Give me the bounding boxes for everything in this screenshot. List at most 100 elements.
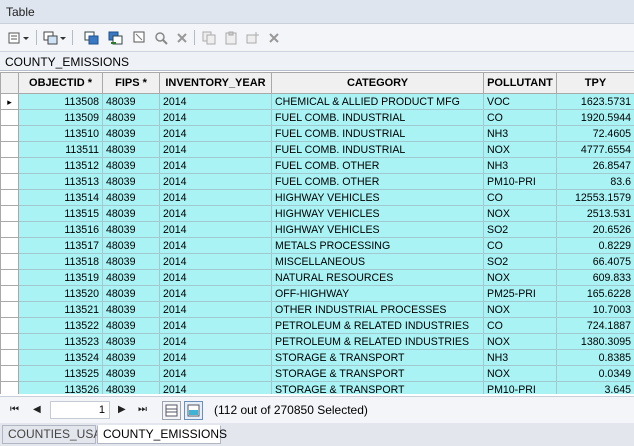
cell-pollutant[interactable]: NOX bbox=[483, 301, 557, 318]
row-selector[interactable] bbox=[0, 365, 19, 382]
table-row[interactable]: 113526 48039 2014 STORAGE & TRANSPORT PM10-P… bbox=[0, 381, 634, 394]
row-selector[interactable] bbox=[0, 109, 19, 126]
cell-objectid[interactable]: 113520 bbox=[18, 285, 103, 302]
tab-county-emissions[interactable]: COUNTY_EMISSIONS bbox=[97, 425, 227, 444]
zoom-to-selected-button[interactable] bbox=[152, 29, 170, 46]
cell-pollutant[interactable]: NH3 bbox=[483, 157, 557, 174]
table-row[interactable]: 113514 48039 2014 HIGHWAY VEHICLES CO 12553.1… bbox=[0, 189, 634, 206]
cell-objectid[interactable]: 113525 bbox=[18, 365, 103, 382]
cell-fips[interactable]: 48039 bbox=[102, 269, 160, 286]
cell-fips[interactable]: 48039 bbox=[102, 285, 160, 302]
cell-pollutant[interactable]: CO bbox=[483, 109, 557, 126]
cell-objectid[interactable]: 113518 bbox=[18, 253, 103, 270]
clear-selection-button[interactable] bbox=[130, 29, 148, 46]
cell-category[interactable]: HIGHWAY VEHICLES bbox=[271, 221, 484, 238]
cell-inventory-year[interactable]: 2014 bbox=[159, 301, 272, 318]
tab-counties-usa[interactable]: COUNTIES_USA bbox=[2, 425, 101, 444]
cell-objectid[interactable]: 113521 bbox=[18, 301, 103, 318]
cell-fips[interactable]: 48039 bbox=[102, 157, 160, 174]
close-button[interactable] bbox=[266, 29, 282, 46]
row-selector[interactable] bbox=[0, 349, 19, 366]
cell-fips[interactable]: 48039 bbox=[102, 381, 160, 394]
cell-tpy[interactable]: 66.4075 bbox=[556, 253, 634, 270]
next-record-button[interactable]: ▶ bbox=[118, 404, 126, 415]
cell-inventory-year[interactable]: 2014 bbox=[159, 381, 272, 394]
cell-tpy[interactable]: 165.6228 bbox=[556, 285, 634, 302]
paste-button[interactable] bbox=[222, 29, 240, 46]
cell-objectid[interactable]: 113522 bbox=[18, 317, 103, 334]
cell-tpy[interactable]: 10.7003 bbox=[556, 301, 634, 318]
cell-fips[interactable]: 48039 bbox=[102, 349, 160, 366]
cell-tpy[interactable]: 2513.531 bbox=[556, 205, 634, 222]
cell-pollutant[interactable]: PM25-PRI bbox=[483, 285, 557, 302]
cell-tpy[interactable]: 20.6526 bbox=[556, 221, 634, 238]
cell-pollutant[interactable]: PM10-PRI bbox=[483, 381, 557, 394]
cell-fips[interactable]: 48039 bbox=[102, 189, 160, 206]
cell-category[interactable]: FUEL COMB. OTHER bbox=[271, 173, 484, 190]
cell-tpy[interactable]: 72.4605 bbox=[556, 125, 634, 142]
cell-inventory-year[interactable]: 2014 bbox=[159, 333, 272, 350]
table-row[interactable]: 113510 48039 2014 FUEL COMB. INDUSTRIAL NH3 7… bbox=[0, 125, 634, 142]
cell-category[interactable]: OTHER INDUSTRIAL PROCESSES bbox=[271, 301, 484, 318]
cell-inventory-year[interactable]: 2014 bbox=[159, 109, 272, 126]
row-selector[interactable]: ▸ bbox=[0, 93, 19, 110]
row-selector[interactable] bbox=[0, 253, 19, 270]
cell-tpy[interactable]: 1623.5731 bbox=[556, 93, 634, 110]
delete-selected-button[interactable] bbox=[174, 29, 190, 46]
cell-fips[interactable]: 48039 bbox=[102, 301, 160, 318]
cell-objectid[interactable]: 113526 bbox=[18, 381, 103, 394]
cell-objectid[interactable]: 113512 bbox=[18, 157, 103, 174]
cell-category[interactable]: HIGHWAY VEHICLES bbox=[271, 205, 484, 222]
row-selector[interactable] bbox=[0, 125, 19, 142]
table-row[interactable]: 113513 48039 2014 FUEL COMB. OTHER PM10-PRI 8… bbox=[0, 173, 634, 190]
cell-pollutant[interactable]: CO bbox=[483, 189, 557, 206]
column-header-objectid[interactable]: OBJECTID * bbox=[18, 72, 103, 94]
cell-tpy[interactable]: 0.8385 bbox=[556, 349, 634, 366]
cell-objectid[interactable]: 113517 bbox=[18, 237, 103, 254]
cell-inventory-year[interactable]: 2014 bbox=[159, 285, 272, 302]
attribute-grid[interactable]: OBJECTID * FIPS * INVENTORY_YEAR CATEGOR… bbox=[0, 72, 634, 394]
previous-record-button[interactable]: ◀ bbox=[33, 404, 41, 415]
table-row[interactable]: ▸ 113508 48039 2014 CHEMICAL & ALLIED PRODUC… bbox=[0, 93, 634, 110]
show-all-records-button[interactable] bbox=[162, 401, 181, 420]
cell-pollutant[interactable]: NOX bbox=[483, 141, 557, 158]
cell-tpy[interactable]: 12553.1579 bbox=[556, 189, 634, 206]
table-row[interactable]: 113517 48039 2014 METALS PROCESSING CO 0.8229 bbox=[0, 237, 634, 254]
cell-objectid[interactable]: 113519 bbox=[18, 269, 103, 286]
cell-fips[interactable]: 48039 bbox=[102, 365, 160, 382]
cell-category[interactable]: FUEL COMB. INDUSTRIAL bbox=[271, 141, 484, 158]
cell-inventory-year[interactable]: 2014 bbox=[159, 365, 272, 382]
table-row[interactable]: 113524 48039 2014 STORAGE & TRANSPORT NH3 0.8… bbox=[0, 349, 634, 366]
add-field-button[interactable] bbox=[244, 29, 262, 46]
cell-pollutant[interactable]: NOX bbox=[483, 333, 557, 350]
column-header-fips[interactable]: FIPS * bbox=[102, 72, 160, 94]
row-selector[interactable] bbox=[0, 381, 19, 394]
cell-fips[interactable]: 48039 bbox=[102, 253, 160, 270]
table-row[interactable]: 113525 48039 2014 STORAGE & TRANSPORT NOX 0.0… bbox=[0, 365, 634, 382]
cell-fips[interactable]: 48039 bbox=[102, 317, 160, 334]
show-selected-records-button[interactable] bbox=[184, 401, 203, 420]
table-row[interactable]: 113520 48039 2014 OFF-HIGHWAY PM25-PRI 165.62… bbox=[0, 285, 634, 302]
table-row[interactable]: 113522 48039 2014 PETROLEUM & RELATED INDUS… bbox=[0, 317, 634, 334]
column-header-tpy[interactable]: TPY bbox=[556, 72, 634, 94]
cell-category[interactable]: METALS PROCESSING bbox=[271, 237, 484, 254]
cell-pollutant[interactable]: NH3 bbox=[483, 349, 557, 366]
cell-inventory-year[interactable]: 2014 bbox=[159, 269, 272, 286]
cell-inventory-year[interactable]: 2014 bbox=[159, 157, 272, 174]
cell-inventory-year[interactable]: 2014 bbox=[159, 237, 272, 254]
cell-pollutant[interactable]: SO2 bbox=[483, 253, 557, 270]
cell-inventory-year[interactable]: 2014 bbox=[159, 173, 272, 190]
cell-category[interactable]: STORAGE & TRANSPORT bbox=[271, 349, 484, 366]
cell-inventory-year[interactable]: 2014 bbox=[159, 221, 272, 238]
cell-objectid[interactable]: 113523 bbox=[18, 333, 103, 350]
table-row[interactable]: 113516 48039 2014 HIGHWAY VEHICLES SO2 20.652… bbox=[0, 221, 634, 238]
last-record-button[interactable]: ⏭ bbox=[138, 404, 147, 415]
cell-fips[interactable]: 48039 bbox=[102, 333, 160, 350]
table-row[interactable]: 113523 48039 2014 PETROLEUM & RELATED INDUS… bbox=[0, 333, 634, 350]
current-record-input[interactable]: 1 bbox=[50, 401, 110, 419]
cell-inventory-year[interactable]: 2014 bbox=[159, 253, 272, 270]
cell-category[interactable]: OFF-HIGHWAY bbox=[271, 285, 484, 302]
cell-fips[interactable]: 48039 bbox=[102, 205, 160, 222]
cell-tpy[interactable]: 0.0349 bbox=[556, 365, 634, 382]
cell-inventory-year[interactable]: 2014 bbox=[159, 349, 272, 366]
